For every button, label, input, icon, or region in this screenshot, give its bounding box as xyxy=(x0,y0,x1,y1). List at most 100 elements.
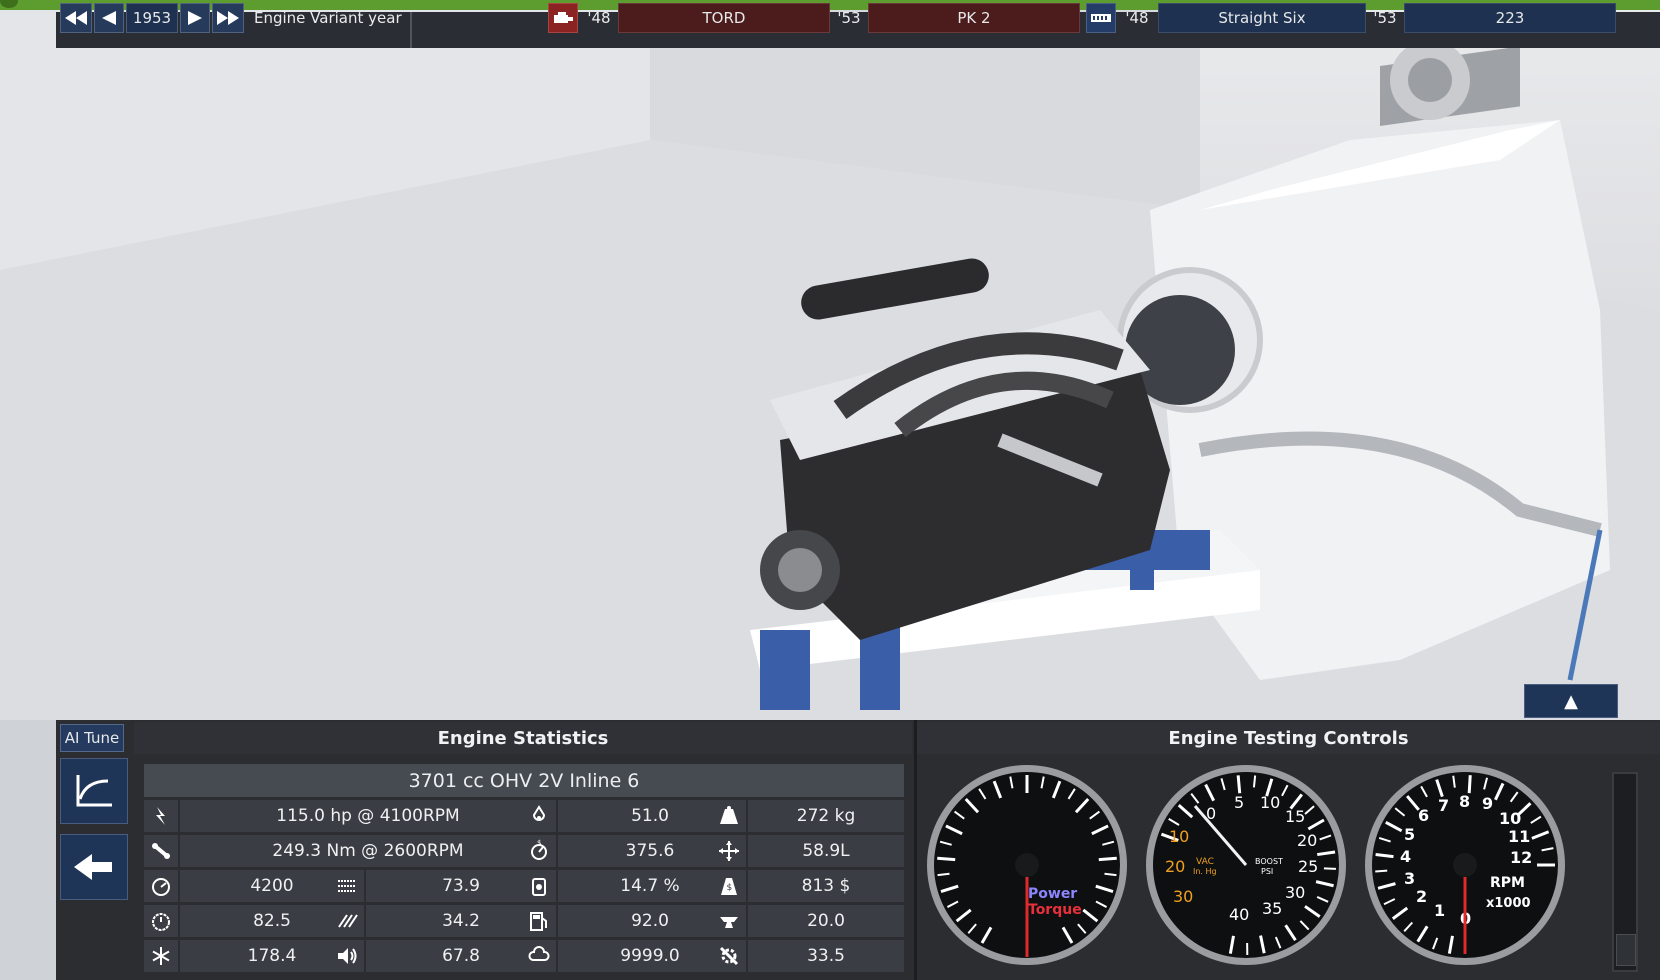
boost-tick-25: 25 xyxy=(1298,857,1318,876)
stat-fuel-econ-cell: $ xyxy=(522,835,556,867)
throttle-slider-handle[interactable] xyxy=(1616,934,1636,966)
stat-responsiveness-cell xyxy=(330,905,364,937)
stat-eng-time-cell xyxy=(712,940,746,972)
move-arrows-icon xyxy=(719,841,739,861)
stat-service-cell xyxy=(522,940,556,972)
radiator-icon xyxy=(338,880,356,892)
rpm-tick-7: 7 xyxy=(1438,796,1449,815)
stat-power-cell xyxy=(144,800,178,832)
rpm-tick-5: 5 xyxy=(1404,825,1415,844)
boost-tick-20: 20 xyxy=(1297,831,1317,850)
boost-tick-35: 35 xyxy=(1262,899,1282,918)
stat-noise-cell xyxy=(330,940,364,972)
rpm-tick-4: 4 xyxy=(1400,847,1411,866)
stat-cost: 813 $ xyxy=(748,870,904,902)
rpm-dial: 0 1 2 3 4 5 6 7 8 9 10 11 12 RPM x1000 xyxy=(1365,765,1565,965)
stat-smoothness-cell xyxy=(330,870,364,902)
rpm-tick-9: 9 xyxy=(1482,794,1493,813)
stat-cost-cell: $ xyxy=(712,870,746,902)
rpm-tick-11: 11 xyxy=(1508,827,1530,846)
engine-summary: 3701 cc OHV 2V Inline 6 xyxy=(144,764,904,797)
dial-tick xyxy=(1236,775,1242,794)
dial-tick xyxy=(1104,872,1117,877)
rpm-tick-6: 6 xyxy=(1418,806,1429,825)
family-start-year: '48 xyxy=(587,9,611,27)
family-end-year: '53 xyxy=(837,9,861,27)
year-prev-button[interactable] xyxy=(94,3,124,33)
graph-button[interactable] xyxy=(60,758,128,824)
engine-testing-title: Engine Testing Controls xyxy=(917,722,1660,754)
back-arrow-icon xyxy=(74,854,112,880)
stat-fuel-quality-cell xyxy=(522,905,556,937)
rpm-unit: x1000 xyxy=(1486,896,1531,911)
app-logo-icon xyxy=(0,0,18,8)
engine-viewport[interactable] xyxy=(0,10,1660,720)
stat-cooling-cell xyxy=(144,940,178,972)
stat-weight-cell xyxy=(712,800,746,832)
svg-text:$: $ xyxy=(727,883,733,893)
stat-production-cell xyxy=(712,905,746,937)
stopwatch-icon xyxy=(152,913,170,931)
boost-label: BOOST xyxy=(1255,857,1283,866)
toolbar-divider xyxy=(410,12,412,48)
engine-render xyxy=(0,10,1660,720)
rpm-tick-10: 10 xyxy=(1499,809,1521,828)
right-arrow-icon xyxy=(188,11,202,25)
dial-tick xyxy=(1375,869,1388,873)
variant-name[interactable]: PK 2 xyxy=(868,3,1080,33)
curve-graph-icon xyxy=(76,775,112,807)
back-button[interactable] xyxy=(60,834,128,900)
boost-tick-10: 10 xyxy=(1260,793,1280,812)
double-right-arrow-icon xyxy=(217,11,239,25)
stat-size: 58.9L xyxy=(748,835,904,867)
year-last-button[interactable] xyxy=(212,3,244,33)
engine-family-icon xyxy=(554,12,573,23)
vac-tick-10: 10 xyxy=(1169,827,1189,846)
family-name[interactable]: TORD xyxy=(618,3,830,33)
power-torque-gauge: Power Torque xyxy=(924,762,1130,968)
engine-statistics-title: Engine Statistics xyxy=(134,722,912,754)
boost-vac-gauge: 0 5 10 15 20 25 30 35 40 10 20 30 VAC In… xyxy=(1143,762,1349,968)
wrench-icon xyxy=(152,843,170,859)
stat-reliability-cell xyxy=(144,905,178,937)
snowflake-icon xyxy=(152,947,170,965)
left-arrow-icon xyxy=(102,11,116,25)
power-torque-dial: Power Torque xyxy=(927,765,1127,965)
layout-name[interactable]: Straight Six xyxy=(1158,3,1366,33)
boost-tick-15: 15 xyxy=(1285,807,1305,826)
family-select-button[interactable] xyxy=(548,3,578,33)
stat-torque-cell xyxy=(144,835,178,867)
stat-production: 20.0 xyxy=(748,905,904,937)
year-value[interactable]: 1953 xyxy=(126,3,178,33)
rpm-tick-1: 1 xyxy=(1434,901,1445,920)
stat-efficiency-cell xyxy=(522,870,556,902)
collapse-panel-button[interactable]: ▲ xyxy=(1524,684,1618,718)
panel-divider xyxy=(914,720,917,980)
boost-vac-dial: 0 5 10 15 20 25 30 35 40 10 20 30 VAC In… xyxy=(1146,765,1346,965)
dial-tick xyxy=(937,856,956,862)
tools-icon xyxy=(719,946,739,966)
stat-redline-cell xyxy=(144,870,178,902)
stat-power: 115.0 hp @ 4100RPM xyxy=(180,800,556,832)
boost-tick-40: 40 xyxy=(1229,905,1249,924)
vac-label: VAC xyxy=(1196,857,1214,867)
year-first-button[interactable] xyxy=(60,3,92,33)
dial-tick xyxy=(1467,775,1472,794)
layout-select-button[interactable] xyxy=(1086,3,1116,33)
tachometer-icon xyxy=(152,878,170,896)
dial-tick xyxy=(937,872,950,877)
lightning-icon xyxy=(156,807,165,825)
layout-variant[interactable]: 223 xyxy=(1404,3,1616,33)
ai-tune-button[interactable]: AI Tune xyxy=(60,724,124,752)
vac-unit: In. Hg xyxy=(1193,867,1217,876)
power-label: Power xyxy=(1028,886,1077,902)
fuel-drop-icon xyxy=(532,805,546,821)
year-next-button[interactable] xyxy=(180,3,210,33)
fuel-pump-icon xyxy=(530,912,547,931)
rpm-tick-3: 3 xyxy=(1404,869,1415,888)
throttle-slider[interactable] xyxy=(1612,772,1638,972)
year-label: Engine Variant year xyxy=(254,9,402,27)
rpm-tick-8: 8 xyxy=(1459,792,1470,811)
layout-end-year: '53 xyxy=(1373,9,1397,27)
boost-tick-5: 5 xyxy=(1234,793,1244,812)
